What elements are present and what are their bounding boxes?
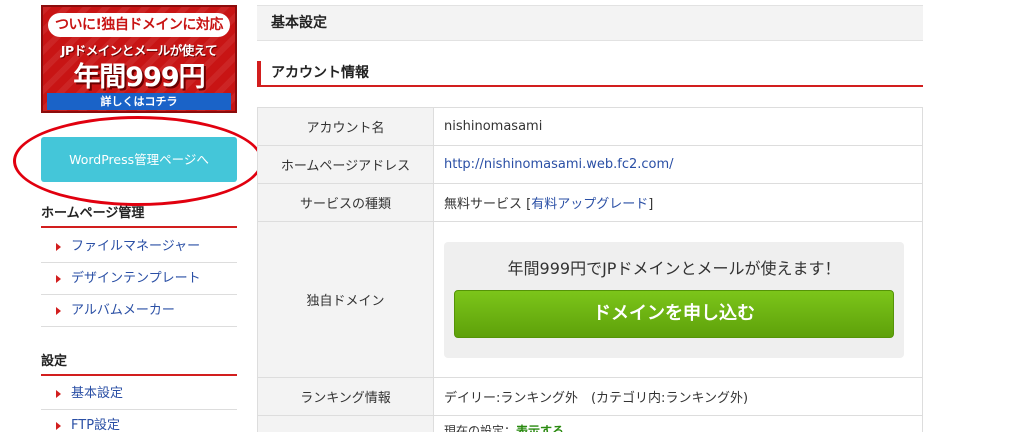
arrow-right-icon <box>56 390 61 398</box>
promo-headline: ついに!独自ドメインに対応 <box>48 13 230 37</box>
service-type-label: サービスの種類 <box>257 183 434 222</box>
arrow-right-icon <box>56 243 61 251</box>
current-setting-value[interactable]: 表示する <box>516 424 564 432</box>
sidebar-heading-homepage: ホームページ管理 <box>41 204 237 228</box>
sidebar-item-label: FTP設定 <box>71 418 121 432</box>
ranking-info-label: ランキング情報 <box>257 377 434 416</box>
arrow-right-icon <box>56 307 61 315</box>
sidebar-item-label: 基本設定 <box>71 386 124 401</box>
table-row: サービスの種類 無料サービス [有料アップグレード] <box>257 183 923 222</box>
empty-label-cell <box>257 415 434 432</box>
table-row: ランキング情報 デイリー:ランキング外 (カテゴリ内:ランキング外) <box>257 377 923 416</box>
page-header: 基本設定 <box>257 5 923 41</box>
sidebar-item-label: アルバムメーカー <box>71 303 175 318</box>
section-heading-account: アカウント情報 <box>257 61 923 87</box>
service-type-value: 無料サービス <box>444 197 523 212</box>
apply-domain-button[interactable]: ドメインを申し込む <box>454 289 894 338</box>
arrow-right-icon <box>56 422 61 430</box>
promo-more-link[interactable]: 詳しくはコチラ <box>47 93 231 110</box>
homepage-address-link[interactable]: http://nishinomasami.web.fc2.com/ <box>444 157 674 172</box>
custom-domain-label: 独自ドメイン <box>257 221 434 378</box>
account-info-table: アカウント名 nishinomasami ホームページアドレス http://n… <box>257 107 923 432</box>
ranking-info-value: デイリー:ランキング外 (カテゴリ内:ランキング外) <box>433 377 923 416</box>
sidebar-item-label: デザインテンプレート <box>71 271 201 286</box>
homepage-address-cell: http://nishinomasami.web.fc2.com/ <box>433 145 923 184</box>
bracket-close: ] <box>648 197 654 212</box>
table-row: 独自ドメイン 年間999円でJPドメインとメールが使えます！ ドメインを申し込む <box>257 221 923 378</box>
sidebar-item-basic-settings[interactable]: 基本設定 <box>41 378 237 410</box>
custom-domain-cell: 年間999円でJPドメインとメールが使えます！ ドメインを申し込む <box>433 221 923 378</box>
page-title: 基本設定 <box>271 15 327 31</box>
sidebar-item-label: ファイルマネージャー <box>71 239 201 254</box>
main-content: 基本設定 アカウント情報 アカウント名 nishinomasami ホームページ… <box>257 0 923 432</box>
promo-price: 年間999円 <box>73 62 205 93</box>
sidebar-item-album-maker[interactable]: アルバムメーカー <box>41 295 237 327</box>
table-row: 現在の設定：表示する <box>257 415 923 432</box>
sidebar-item-design-template[interactable]: デザインテンプレート <box>41 263 237 295</box>
homepage-address-label: ホームページアドレス <box>257 145 434 184</box>
current-setting-prefix: 現在の設定： <box>444 424 517 432</box>
current-setting-cell: 現在の設定：表示する <box>433 415 923 432</box>
table-row: ホームページアドレス http://nishinomasami.web.fc2.… <box>257 145 923 184</box>
sidebar: ついに!独自ドメインに対応 JPドメインとメールが使えて 年間999円 詳しくは… <box>0 0 263 432</box>
sidebar-item-ftp-settings[interactable]: FTP設定 <box>41 410 237 432</box>
domain-offer-box: 年間999円でJPドメインとメールが使えます！ ドメインを申し込む <box>444 241 904 358</box>
domain-offer-message: 年間999円でJPドメインとメールが使えます！ <box>507 258 841 278</box>
sidebar-item-file-manager[interactable]: ファイルマネージャー <box>41 231 237 263</box>
sidebar-heading-settings: 設定 <box>41 352 237 376</box>
table-row: アカウント名 nishinomasami <box>257 107 923 146</box>
domain-promo-banner[interactable]: ついに!独自ドメインに対応 JPドメインとメールが使えて 年間999円 詳しくは… <box>41 5 237 113</box>
service-type-cell: 無料サービス [有料アップグレード] <box>433 183 923 222</box>
account-name-value: nishinomasami <box>433 107 923 146</box>
wordpress-admin-button[interactable]: WordPress管理ページへ <box>41 137 237 182</box>
arrow-right-icon <box>56 275 61 283</box>
account-name-label: アカウント名 <box>257 107 434 146</box>
paid-upgrade-link[interactable]: 有料アップグレード <box>531 197 648 212</box>
